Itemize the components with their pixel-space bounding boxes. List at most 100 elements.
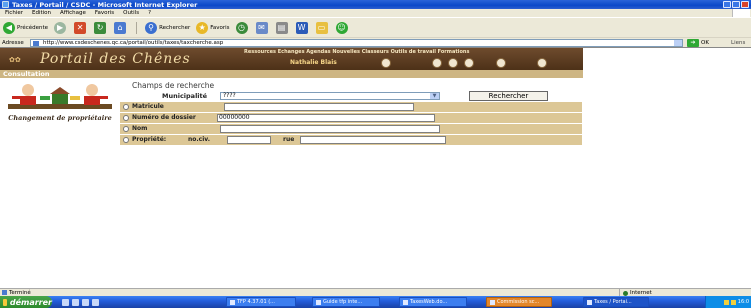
window-title: Taxes / Portail / CSDC - Microsoft Inter…: [12, 0, 198, 9]
minimize-button[interactable]: [723, 1, 731, 8]
windows-flag-icon: [3, 298, 7, 306]
propriete-label: Propriété:: [132, 136, 167, 143]
start-button[interactable]: démarrer: [0, 296, 52, 308]
word-doc-icon: [316, 299, 321, 305]
star-icon: ★: [196, 21, 209, 34]
propriete-row: Propriété: no.civ. rue: [120, 135, 582, 145]
address-bar: Adresse http://www.csdeschenes.qc.ca/por…: [0, 37, 751, 47]
print-button[interactable]: ▤: [275, 21, 290, 34]
propriete-radio[interactable]: [123, 137, 129, 143]
taskbar-item[interactable]: TaxesWeb.do...: [399, 297, 467, 307]
windows-logo-icon: [732, 9, 750, 17]
rue-input[interactable]: [300, 136, 446, 144]
dossier-input[interactable]: 00000000: [217, 114, 435, 122]
consultation-label: Consultation: [3, 70, 50, 78]
menu-help[interactable]: ?: [148, 10, 151, 16]
portal-nav[interactable]: Ressources Echanges Agendas Nouvelles Cl…: [244, 49, 469, 55]
back-button[interactable]: ◀ Précédente: [3, 21, 48, 34]
favorites-button[interactable]: ★ Favoris: [196, 21, 230, 34]
address-input[interactable]: http://www.csdeschenes.qc.ca/portail/out…: [30, 39, 683, 47]
menu-edition[interactable]: Edition: [32, 10, 51, 16]
forward-button[interactable]: ▶: [54, 21, 68, 34]
nav-circle-icon[interactable]: [464, 58, 474, 68]
close-button[interactable]: [741, 1, 749, 8]
links-button[interactable]: Liens: [731, 40, 745, 46]
home-icon: ⌂: [114, 21, 127, 34]
quick-launch: [62, 298, 99, 306]
tray-icon[interactable]: [730, 299, 736, 305]
nom-row: Nom: [120, 124, 582, 134]
history-icon: ◷: [235, 21, 248, 34]
taskbar-item[interactable]: Commission sc...: [486, 297, 552, 307]
search-form: Champs de recherche Municipalité ???? ▼ …: [120, 81, 582, 151]
ie-icon: [587, 299, 592, 305]
dossier-row: Numéro de dossier 00000000: [120, 113, 582, 123]
menu-favoris[interactable]: Favoris: [95, 10, 114, 16]
address-dropdown[interactable]: [674, 40, 682, 46]
forward-arrow-icon: ▶: [54, 21, 67, 34]
folder-icon: ▭: [315, 21, 328, 34]
taskbar-item[interactable]: TFP 4.37.01 (...: [226, 297, 296, 307]
app-quicklaunch-icon[interactable]: [92, 298, 99, 306]
matricule-radio[interactable]: [123, 104, 129, 110]
search-icon: ⚲: [145, 21, 158, 34]
refresh-button[interactable]: ↻: [94, 21, 108, 34]
messenger-button[interactable]: ☺: [335, 21, 350, 34]
word-doc-icon: [403, 299, 408, 305]
mail-quicklaunch-icon[interactable]: [82, 298, 89, 306]
status-bar: Terminé Internet: [0, 288, 751, 297]
nav-circle-icon[interactable]: [381, 58, 391, 68]
mail-icon: ✉: [255, 21, 268, 34]
folder-button[interactable]: ▭: [315, 21, 330, 34]
chevron-down-icon[interactable]: ▼: [430, 93, 439, 99]
stop-button[interactable]: ✕: [74, 21, 88, 34]
word-icon: W: [295, 21, 308, 34]
app-icon: [230, 299, 235, 305]
consultation-bar: Consultation: [0, 70, 583, 78]
nociv-input[interactable]: [227, 136, 271, 144]
ie-quicklaunch-icon[interactable]: [62, 298, 69, 306]
nav-circle-icon[interactable]: [448, 58, 458, 68]
menu-affichage[interactable]: Affichage: [60, 10, 86, 16]
nav-circle-icon[interactable]: [496, 58, 506, 68]
ie-icon: [2, 1, 9, 8]
search-button[interactable]: ⚲ Rechercher: [145, 21, 190, 34]
municipality-select[interactable]: ???? ▼: [220, 92, 440, 100]
taskbar-item[interactable]: Taxes / Portai...: [583, 297, 649, 307]
go-button[interactable]: ➔ OK: [687, 39, 709, 47]
go-arrow-icon: ➔: [687, 39, 699, 47]
system-tray: 16:0: [705, 296, 751, 308]
municipality-label: Municipalité: [162, 92, 208, 100]
nociv-label: no.civ.: [188, 136, 210, 143]
home-button[interactable]: ⌂: [114, 21, 128, 34]
tray-icon[interactable]: [723, 299, 729, 305]
nom-input[interactable]: [220, 125, 440, 133]
app-icon: [490, 299, 495, 305]
menu-fichier[interactable]: Fichier: [5, 10, 23, 16]
maximize-button[interactable]: [732, 1, 740, 8]
menu-outils[interactable]: Outils: [123, 10, 139, 16]
status-text: Terminé: [9, 289, 31, 296]
taskbar-item[interactable]: Guide tfp inte...: [312, 297, 380, 307]
stop-icon: ✕: [74, 21, 87, 34]
owner-change-caption: Changement de propriétaire: [8, 114, 112, 122]
owner-change-illustration: [8, 84, 112, 109]
rue-label: rue: [283, 136, 295, 143]
dossier-radio[interactable]: [123, 115, 129, 121]
nav-circle-icon[interactable]: [432, 58, 442, 68]
oak-leaf-icon: ✿✿: [9, 56, 21, 64]
matricule-input[interactable]: [224, 103, 414, 111]
address-label: Adresse: [2, 39, 24, 46]
word-button[interactable]: W: [295, 21, 310, 34]
clock: 16:0: [737, 299, 749, 305]
history-button[interactable]: ◷: [235, 21, 250, 34]
municipality-row: Municipalité ???? ▼ Rechercher: [120, 91, 582, 101]
nav-circle-icon[interactable]: [537, 58, 547, 68]
desktop-quicklaunch-icon[interactable]: [72, 298, 79, 306]
mail-button[interactable]: ✉: [255, 21, 270, 34]
page-content: ✿✿ Portail des Chênes Ressources Echange…: [0, 47, 751, 288]
search-button[interactable]: Rechercher: [469, 91, 548, 101]
menu-bar: Fichier Edition Affichage Favoris Outils…: [0, 9, 751, 17]
form-title: Champs de recherche: [132, 81, 215, 90]
nom-radio[interactable]: [123, 126, 129, 132]
